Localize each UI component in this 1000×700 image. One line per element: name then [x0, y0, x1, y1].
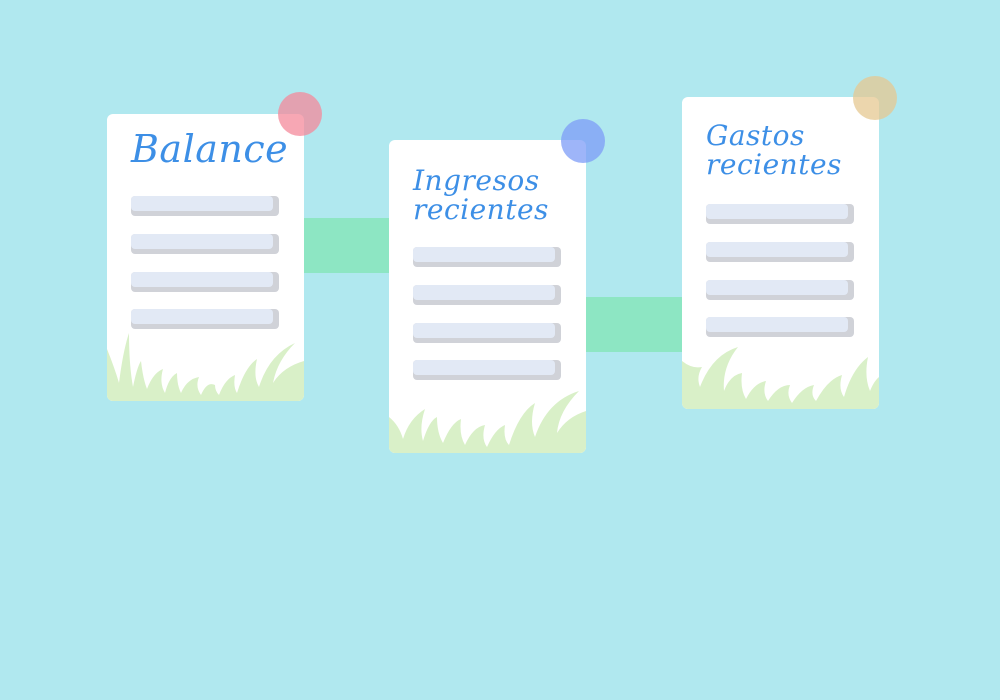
ingresos-recientes-card-title: Ingresos recientes: [413, 164, 549, 227]
gastos-recientes-card[interactable]: Gastos recientes: [682, 97, 879, 409]
balance-pin-dot: [278, 92, 322, 136]
list-item[interactable]: [131, 196, 279, 216]
list-item[interactable]: [413, 247, 561, 267]
connector-1-2: [300, 218, 392, 273]
list-item[interactable]: [131, 272, 279, 292]
list-item[interactable]: [706, 204, 854, 224]
connector-2-3: [584, 297, 684, 352]
balance-card[interactable]: Balance: [107, 114, 304, 401]
gastos-recientes-card-title: Gastos recientes: [706, 119, 842, 182]
list-item[interactable]: [706, 280, 854, 300]
gastos-pin-dot: [853, 76, 897, 120]
grass-decoration: [107, 333, 304, 401]
list-item[interactable]: [131, 234, 279, 254]
balance-card-title: Balance: [131, 127, 289, 171]
ingresos-pin-dot: [561, 119, 605, 163]
grass-decoration: [389, 391, 586, 453]
list-item[interactable]: [706, 242, 854, 262]
ingresos-recientes-card[interactable]: Ingresos recientes: [389, 140, 586, 453]
list-item[interactable]: [413, 323, 561, 343]
grass-decoration: [682, 347, 879, 409]
list-item[interactable]: [413, 285, 561, 305]
